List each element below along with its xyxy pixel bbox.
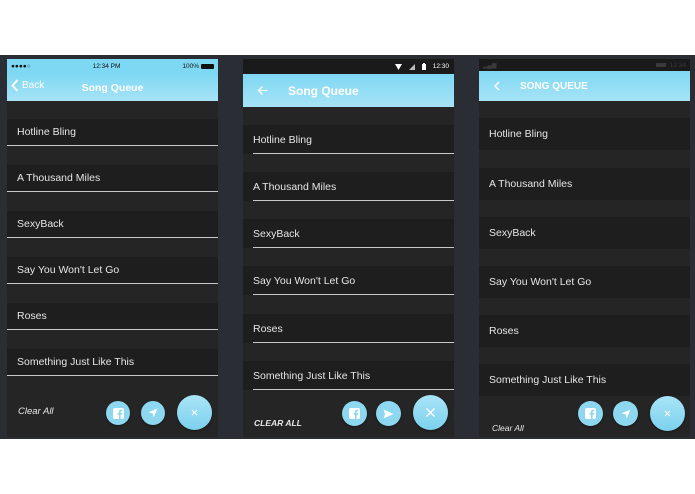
song-list-item[interactable]: Hotline Bling [479, 118, 690, 150]
windows-app-bar: SONG QUEUE [479, 71, 690, 101]
song-title: Say You Won't Let Go [253, 274, 356, 287]
song-title: Hotline Bling [253, 133, 312, 146]
song-list-item[interactable]: A Thousand Miles [479, 168, 690, 200]
song-list-item[interactable]: A Thousand Miles [243, 172, 454, 201]
song-title: Hotline Bling [17, 126, 76, 138]
windows-screen: ▂▄▆ 12:34 SONG QUEUE Hotline Bling A Tho… [479, 59, 690, 437]
android-status-bar: 12:30 [243, 59, 454, 74]
song-list-item[interactable]: SexyBack [243, 219, 454, 248]
song-title: Hotline Bling [489, 128, 548, 140]
song-title: A Thousand Miles [253, 180, 337, 193]
ios-screen: ●●●●○ 12:34 PM 100% Back Song Queue Hotl… [7, 59, 218, 437]
divider [253, 294, 454, 295]
close-queue-button[interactable] [413, 395, 448, 430]
status-time: 12:30 [432, 63, 449, 70]
song-list-item[interactable]: SexyBack [479, 217, 690, 249]
facebook-share-button[interactable] [342, 401, 367, 426]
page-title: SONG QUEUE [520, 80, 588, 92]
song-list-item[interactable]: Roses [479, 315, 690, 347]
close-queue-button[interactable] [177, 395, 212, 430]
android-app-bar: Song Queue [243, 74, 454, 107]
signal-indicator: ●●●●○ [11, 63, 31, 70]
song-title: A Thousand Miles [489, 178, 573, 190]
facebook-icon [112, 407, 124, 419]
back-arrow-icon[interactable] [257, 85, 268, 96]
status-time-group: 12:34 [655, 61, 686, 69]
song-title: Roses [489, 325, 519, 337]
clear-all-button[interactable]: CLEAR ALL [254, 418, 302, 428]
divider [253, 342, 454, 343]
song-list-item[interactable]: Something Just Like This [243, 361, 454, 390]
ios-nav-bar: Back Song Queue [7, 74, 218, 101]
song-title: Something Just Like This [17, 356, 135, 368]
song-list-item[interactable]: Roses [243, 314, 454, 343]
battery-icon [421, 63, 426, 70]
status-time: 12:34 [669, 61, 686, 69]
song-title: A Thousand Miles [17, 172, 101, 184]
close-icon [191, 409, 198, 416]
clear-all-button[interactable]: Clear All [18, 406, 54, 417]
battery-icon [655, 63, 666, 67]
page-title: Song Queue [81, 81, 144, 94]
status-time: 12:34 PM [92, 63, 121, 70]
song-list-item[interactable]: Say You Won't Let Go [479, 266, 690, 298]
send-button[interactable] [141, 401, 165, 425]
song-title: SexyBack [489, 227, 536, 239]
close-icon [425, 407, 436, 418]
song-title: Say You Won't Let Go [17, 264, 120, 276]
facebook-icon [585, 408, 596, 419]
song-list-item[interactable]: Hotline Bling [243, 125, 454, 154]
song-list-item[interactable]: Roses [7, 303, 218, 330]
clear-all-button[interactable]: Clear All [492, 423, 524, 433]
divider [253, 200, 454, 201]
close-queue-button[interactable] [650, 396, 685, 431]
song-title: SexyBack [17, 218, 64, 230]
facebook-icon [349, 408, 360, 419]
location-arrow-icon [621, 409, 631, 419]
wifi-icon [394, 63, 402, 70]
send-button[interactable] [376, 401, 401, 426]
android-screen: 12:30 Song Queue Hotline Bling A Thousan… [243, 59, 454, 437]
location-arrow-icon [148, 408, 158, 418]
windows-status-bar: ▂▄▆ 12:34 [479, 59, 690, 71]
cell-signal-icon [408, 63, 415, 70]
battery-icon [201, 64, 214, 69]
divider [253, 247, 454, 248]
ios-status-bar: ●●●●○ 12:34 PM 100% [7, 59, 218, 74]
song-title: Roses [17, 310, 47, 322]
divider [253, 153, 454, 154]
song-list-item[interactable]: Say You Won't Let Go [243, 266, 454, 295]
song-title: Something Just Like This [253, 369, 371, 382]
song-title: SexyBack [253, 227, 300, 240]
facebook-share-button[interactable] [578, 401, 603, 426]
close-icon [664, 410, 671, 417]
song-title: Say You Won't Let Go [489, 276, 592, 288]
song-list-item[interactable]: A Thousand Miles [7, 165, 218, 192]
battery-level: 100% [182, 63, 214, 70]
back-arrow-icon[interactable] [493, 81, 500, 91]
send-icon [383, 409, 394, 419]
song-list-item[interactable]: Something Just Like This [7, 349, 218, 376]
song-title: Something Just Like This [489, 374, 607, 386]
page-title: Song Queue [288, 83, 359, 98]
song-list-item[interactable]: Hotline Bling [7, 119, 218, 146]
song-title: Roses [253, 322, 283, 335]
send-button[interactable] [613, 401, 638, 426]
divider [253, 389, 454, 390]
song-list-item[interactable]: Something Just Like This [479, 364, 690, 396]
song-list-item[interactable]: Say You Won't Let Go [7, 257, 218, 284]
signal-icon: ▂▄▆ [483, 62, 497, 69]
song-list-item[interactable]: SexyBack [7, 211, 218, 238]
facebook-share-button[interactable] [106, 401, 130, 425]
